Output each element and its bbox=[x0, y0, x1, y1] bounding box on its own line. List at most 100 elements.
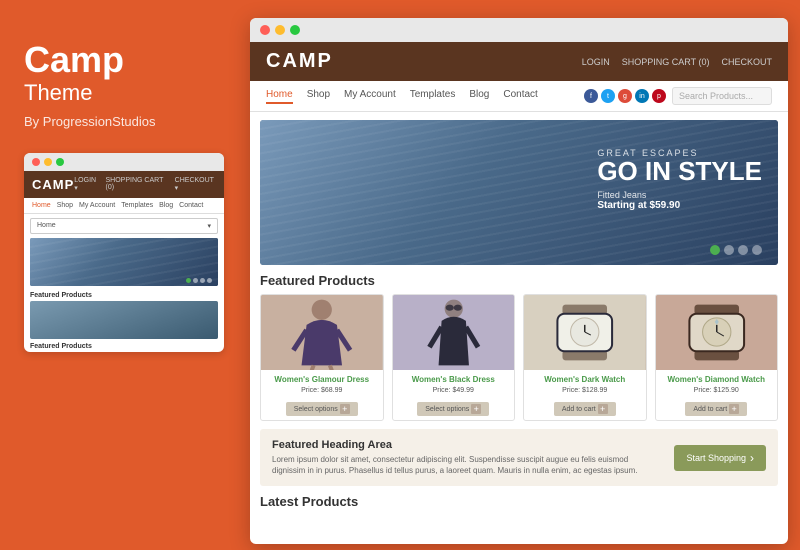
latest-products-label: Latest Products bbox=[260, 494, 778, 509]
product-price-4: Price: $125.90 bbox=[660, 387, 774, 394]
featured-description: Lorem ipsum dolor sit amet, consectetur … bbox=[272, 454, 662, 476]
add-icon-3: + bbox=[598, 404, 608, 414]
mini-nav-shop: Shop bbox=[57, 202, 73, 209]
add-icon-2: + bbox=[471, 404, 481, 414]
product-image-2 bbox=[393, 295, 515, 370]
mini-hero-dot-4 bbox=[207, 278, 212, 283]
featured-heading: Featured Heading Area bbox=[272, 439, 662, 451]
hero-banner: GREAT ESCAPES GO IN STYLE Fitted Jeans S… bbox=[260, 120, 778, 265]
product-btn-2[interactable]: Select options + bbox=[417, 402, 489, 416]
pinterest-icon[interactable]: p bbox=[652, 89, 666, 103]
mini-header-actions: LOGIN ▾ SHOPPING CART (0) CHECKOUT ▾ bbox=[74, 177, 216, 192]
product-info-3: Women's Dark Watch Price: $128.99 Add to… bbox=[524, 370, 646, 420]
main-dot-green bbox=[290, 25, 300, 35]
theme-title: Camp Theme bbox=[24, 40, 224, 106]
cart-link[interactable]: SHOPPING CART (0) bbox=[622, 57, 710, 67]
hero-dot-1[interactable] bbox=[710, 245, 720, 255]
nav-contact[interactable]: Contact bbox=[503, 89, 537, 104]
main-nav: Home Shop My Account Templates Blog Cont… bbox=[250, 81, 788, 112]
hero-product-name: Fitted Jeans bbox=[597, 190, 762, 200]
mini-logo: CAMP bbox=[32, 177, 74, 192]
mini-nav: Home Shop My Account Templates Blog Cont… bbox=[24, 198, 224, 214]
mini-nav-blog: Blog bbox=[159, 202, 173, 209]
hero-price-prefix: Starting at bbox=[597, 200, 646, 211]
mini-hero-dot-3 bbox=[200, 278, 205, 283]
mini-nav-contact: Contact bbox=[179, 202, 203, 209]
product-price-2: Price: $49.99 bbox=[397, 387, 511, 394]
nav-shop[interactable]: Shop bbox=[307, 89, 330, 104]
mini-dot-red bbox=[32, 158, 40, 166]
product-price-3: Price: $128.99 bbox=[528, 387, 642, 394]
mini-titlebar bbox=[24, 153, 224, 171]
hero-main-text: GO IN STYLE bbox=[597, 158, 762, 184]
hero-dot-2[interactable] bbox=[724, 245, 734, 255]
theme-by: By ProgressionStudios bbox=[24, 114, 224, 129]
hero-dot-3[interactable] bbox=[738, 245, 748, 255]
left-panel: Camp Theme By ProgressionStudios CAMP LO… bbox=[0, 0, 248, 550]
product-btn-3[interactable]: Add to cart + bbox=[554, 402, 616, 416]
add-icon-1: + bbox=[340, 404, 350, 414]
checkout-link[interactable]: CHECKOUT bbox=[721, 57, 772, 67]
mini-hero-dot-1 bbox=[186, 278, 191, 283]
product-image-3 bbox=[524, 295, 646, 370]
hero-dot-4[interactable] bbox=[752, 245, 762, 255]
mini-featured-label2: Featured Products bbox=[24, 342, 224, 352]
login-link[interactable]: LOGIN bbox=[582, 57, 610, 67]
latest-products-section: Latest Products bbox=[250, 494, 788, 509]
start-shopping-button[interactable]: Start Shopping bbox=[674, 445, 766, 471]
main-header-actions: LOGIN SHOPPING CART (0) CHECKOUT bbox=[582, 57, 772, 67]
twitter-icon[interactable]: t bbox=[601, 89, 615, 103]
mini-dot-green bbox=[56, 158, 64, 166]
nav-home[interactable]: Home bbox=[266, 89, 293, 104]
hero-price-value: $59.90 bbox=[650, 200, 681, 211]
search-input[interactable]: Search Products... bbox=[672, 87, 772, 105]
product-card-4: Women's Diamond Watch Price: $125.90 Add… bbox=[655, 294, 779, 421]
hero-indicators bbox=[710, 245, 762, 255]
googleplus-icon[interactable]: g bbox=[618, 89, 632, 103]
nav-templates[interactable]: Templates bbox=[410, 89, 456, 104]
main-browser-mockup: CAMP LOGIN SHOPPING CART (0) CHECKOUT Ho… bbox=[250, 18, 788, 544]
mini-dot-yellow bbox=[44, 158, 52, 166]
social-icons: f t g in p bbox=[584, 89, 666, 103]
products-grid: Women's Glamour Dress Price: $68.99 Sele… bbox=[250, 294, 788, 429]
add-icon-4: + bbox=[729, 404, 739, 414]
featured-area: Featured Heading Area Lorem ipsum dolor … bbox=[260, 429, 778, 486]
product-card-1: Women's Glamour Dress Price: $68.99 Sele… bbox=[260, 294, 384, 421]
nav-account[interactable]: My Account bbox=[344, 89, 396, 104]
mini-browser-mockup: CAMP LOGIN ▾ SHOPPING CART (0) CHECKOUT … bbox=[24, 153, 224, 352]
nav-right: f t g in p Search Products... bbox=[584, 87, 772, 105]
product-btn-1[interactable]: Select options + bbox=[286, 402, 358, 416]
main-titlebar bbox=[250, 18, 788, 42]
facebook-icon[interactable]: f bbox=[584, 89, 598, 103]
mini-nav-templates: Templates bbox=[121, 202, 153, 209]
main-header: CAMP LOGIN SHOPPING CART (0) CHECKOUT bbox=[250, 42, 788, 81]
product-image-4 bbox=[656, 295, 778, 370]
mini-hero-dots bbox=[186, 278, 212, 283]
product-info-4: Women's Diamond Watch Price: $125.90 Add… bbox=[656, 370, 778, 420]
hero-text: GREAT ESCAPES GO IN STYLE Fitted Jeans S… bbox=[597, 148, 762, 211]
main-dot-red bbox=[260, 25, 270, 35]
main-dot-yellow bbox=[275, 25, 285, 35]
mini-nav-account: My Account bbox=[79, 202, 115, 209]
product-name-3: Women's Dark Watch bbox=[528, 375, 642, 385]
main-logo: CAMP bbox=[266, 50, 333, 73]
product-name-1: Women's Glamour Dress bbox=[265, 375, 379, 385]
product-price-1: Price: $68.99 bbox=[265, 387, 379, 394]
product-info-1: Women's Glamour Dress Price: $68.99 Sele… bbox=[261, 370, 383, 420]
product-image-1 bbox=[261, 295, 383, 370]
mini-dropdown: Home ▾ bbox=[30, 218, 218, 234]
hero-price: Starting at $59.90 bbox=[597, 200, 762, 211]
featured-text: Featured Heading Area Lorem ipsum dolor … bbox=[272, 439, 662, 476]
mini-header: CAMP LOGIN ▾ SHOPPING CART (0) CHECKOUT … bbox=[24, 171, 224, 198]
linkedin-icon[interactable]: in bbox=[635, 89, 649, 103]
featured-products-label: Featured Products bbox=[250, 273, 788, 294]
mini-product-image bbox=[30, 301, 218, 339]
product-name-2: Women's Black Dress bbox=[397, 375, 511, 385]
nav-blog[interactable]: Blog bbox=[469, 89, 489, 104]
product-btn-4[interactable]: Add to cart + bbox=[685, 402, 747, 416]
product-name-4: Women's Diamond Watch bbox=[660, 375, 774, 385]
mini-featured-label: Featured Products bbox=[24, 290, 224, 301]
product-card-2: Women's Black Dress Price: $49.99 Select… bbox=[392, 294, 516, 421]
nav-items: Home Shop My Account Templates Blog Cont… bbox=[266, 89, 538, 104]
mini-nav-home: Home bbox=[32, 202, 51, 209]
